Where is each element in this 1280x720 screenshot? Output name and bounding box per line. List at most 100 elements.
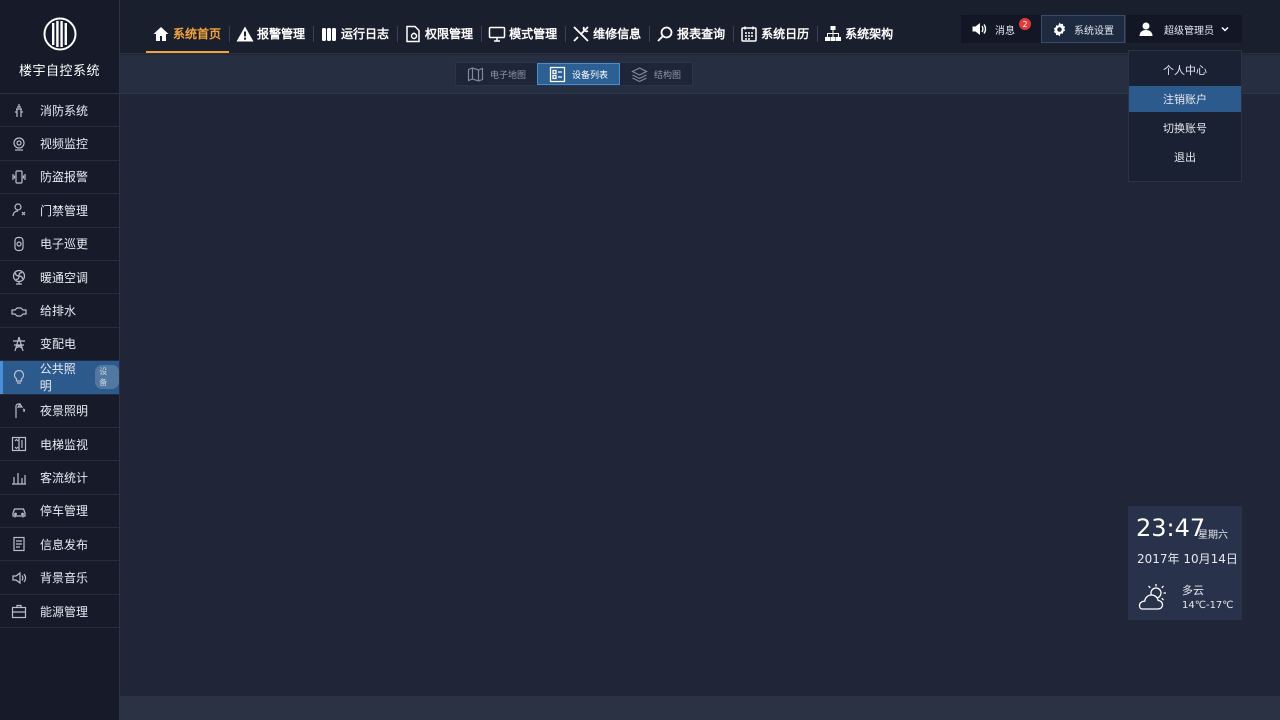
- sidebar-item-patrol[interactable]: 电子巡更: [0, 228, 119, 261]
- weather-condition: 多云: [1182, 584, 1204, 597]
- menu-item-report[interactable]: 报表查询: [650, 15, 733, 52]
- menu-item-logout-account[interactable]: 注销账户: [1129, 86, 1241, 112]
- sidebar-nav: 消防系统 视频监控 防盗报警 门禁管理 电子巡更 暖通空调 给排水 变配电 公共…: [0, 94, 119, 629]
- view-switcher: 电子地图 设备列表 结构图: [455, 62, 694, 86]
- monitor-icon: [488, 26, 506, 42]
- sidebar-item-music[interactable]: 背景音乐: [0, 561, 119, 595]
- sidebar-item-elevator[interactable]: 电梯监视: [0, 428, 119, 462]
- document-icon: [10, 535, 28, 553]
- tab-device-list[interactable]: 设备列表: [537, 63, 621, 85]
- sidebar-item-label: 电梯监视: [40, 437, 89, 452]
- power-tower-icon: [10, 335, 28, 353]
- camera-icon: [10, 135, 28, 153]
- fan-icon: [10, 268, 28, 286]
- list-icon: [549, 66, 566, 82]
- menu-item-label: 系统首页: [173, 27, 222, 41]
- view-toolbar: 电子地图 设备列表 结构图: [120, 55, 1280, 94]
- tab-label: 电子地图: [490, 70, 527, 81]
- sidebar-item-label: 夜景照明: [40, 404, 89, 419]
- log-icon: [322, 27, 337, 41]
- sidebar-item-label: 消防系统: [40, 103, 89, 118]
- bulb-icon: [10, 368, 28, 386]
- menu-item-label: 权限管理: [425, 27, 474, 41]
- menu-item-mode[interactable]: 模式管理: [482, 15, 565, 52]
- menu-item-switch-account[interactable]: 切换账号: [1129, 115, 1241, 141]
- org-chart-icon: [825, 25, 842, 41]
- sidebar-item-water[interactable]: 给排水: [0, 294, 119, 328]
- menu-item-architecture[interactable]: 系统架构: [818, 15, 901, 52]
- sidebar-item-night-lighting[interactable]: 夜景照明: [0, 395, 119, 428]
- tab-label: 结构图: [654, 70, 682, 81]
- sidebar-item-fire[interactable]: 消防系统: [0, 94, 119, 128]
- menu-item-home[interactable]: 系统首页: [146, 15, 230, 53]
- menu-item-label: 系统日历: [761, 27, 810, 41]
- sidebar-item-power[interactable]: 变配电: [0, 328, 119, 362]
- sidebar-item-energy[interactable]: 能源管理: [0, 595, 119, 629]
- tab-label: 设备列表: [572, 70, 609, 81]
- warning-icon: [236, 26, 254, 41]
- sidebar-item-antitheft[interactable]: 防盗报警: [0, 161, 119, 195]
- menu-item-label: 系统架构: [845, 27, 894, 41]
- sidebar-item-label: 变配电: [40, 337, 77, 352]
- menu-item-calendar[interactable]: 系统日历: [734, 15, 817, 52]
- menu-item-label: 运行日志: [341, 27, 390, 41]
- pipe-icon: [10, 302, 28, 320]
- sidebar-item-info[interactable]: 信息发布: [0, 528, 119, 562]
- tab-structure[interactable]: 结构图: [620, 63, 692, 85]
- sun-cloud-icon: [1138, 584, 1166, 610]
- sidebar-item-traffic[interactable]: 客流统计: [0, 461, 119, 495]
- patrol-device-icon: [10, 235, 28, 253]
- menu-item-profile[interactable]: 个人中心: [1129, 57, 1241, 83]
- clock-time: 23:47: [1136, 514, 1206, 542]
- permission-icon: [406, 25, 420, 42]
- sidebar-item-label: 视频监控: [40, 137, 89, 152]
- alarm-vibrate-icon: [10, 168, 28, 186]
- device-badge: 设备: [95, 365, 119, 390]
- door-access-icon: [10, 201, 28, 219]
- sidebar-item-parking[interactable]: 停车管理: [0, 495, 119, 529]
- search-icon: [657, 26, 673, 42]
- weather-temperature: 14℃-17℃: [1182, 600, 1234, 611]
- menu-item-repair[interactable]: 维修信息: [566, 15, 649, 52]
- menu-item-exit[interactable]: 退出: [1129, 144, 1241, 170]
- sidebar-item-label: 暖通空调: [40, 270, 89, 285]
- settings-label: 系统设置: [1074, 25, 1114, 37]
- sidebar-item-label: 电子巡更: [40, 237, 89, 252]
- top-right-controls: 消息 2 系统设置 超级管理员: [961, 15, 1242, 43]
- user-menu-button[interactable]: 超级管理员: [1125, 15, 1242, 43]
- brand-logo-icon: [43, 17, 76, 51]
- messages-label: 消息: [995, 25, 1015, 37]
- tab-map[interactable]: 电子地图: [456, 63, 537, 85]
- briefcase-icon: [10, 602, 28, 620]
- sidebar-item-label: 门禁管理: [40, 203, 89, 218]
- messages-count-badge: 2: [1019, 18, 1031, 30]
- sidebar-item-hvac[interactable]: 暖通空调: [0, 261, 119, 295]
- menu-item-label: 报警管理: [257, 27, 306, 41]
- menu-item-log[interactable]: 运行日志: [314, 15, 397, 52]
- speaker-icon: [972, 23, 987, 35]
- settings-button[interactable]: 系统设置: [1041, 15, 1125, 43]
- elevator-icon: [10, 435, 28, 453]
- sidebar-item-label: 防盗报警: [40, 170, 89, 185]
- street-lamp-icon: [10, 402, 28, 420]
- sidebar-item-label: 公共照明: [39, 362, 76, 394]
- fire-hydrant-icon: [10, 101, 28, 119]
- layers-icon: [631, 66, 648, 82]
- sidebar-item-public-lighting[interactable]: 公共照明 设备: [0, 361, 119, 395]
- brand: 楼宇自控系统: [0, 0, 119, 94]
- sidebar-item-label: 停车管理: [40, 504, 89, 519]
- bottom-bar: [120, 696, 1280, 720]
- tools-icon: [573, 25, 589, 42]
- menu-item-alarm[interactable]: 报警管理: [230, 15, 313, 52]
- sidebar-item-video[interactable]: 视频监控: [0, 127, 119, 161]
- sidebar-item-label: 客流统计: [40, 470, 89, 485]
- top-bar: 系统首页 报警管理 运行日志 权限管理 模式管理 维修信息 报表查询 系统日历 …: [120, 0, 1280, 54]
- menu-item-label: 维修信息: [593, 27, 642, 41]
- messages-button[interactable]: 消息 2: [961, 15, 1041, 43]
- menu-item-permission[interactable]: 权限管理: [398, 15, 481, 52]
- car-icon: [10, 502, 28, 520]
- chevron-down-icon: [1221, 26, 1229, 32]
- clock-weekday: 星期六: [1198, 530, 1228, 541]
- sidebar-item-access[interactable]: 门禁管理: [0, 194, 119, 228]
- user-icon: [1139, 22, 1153, 36]
